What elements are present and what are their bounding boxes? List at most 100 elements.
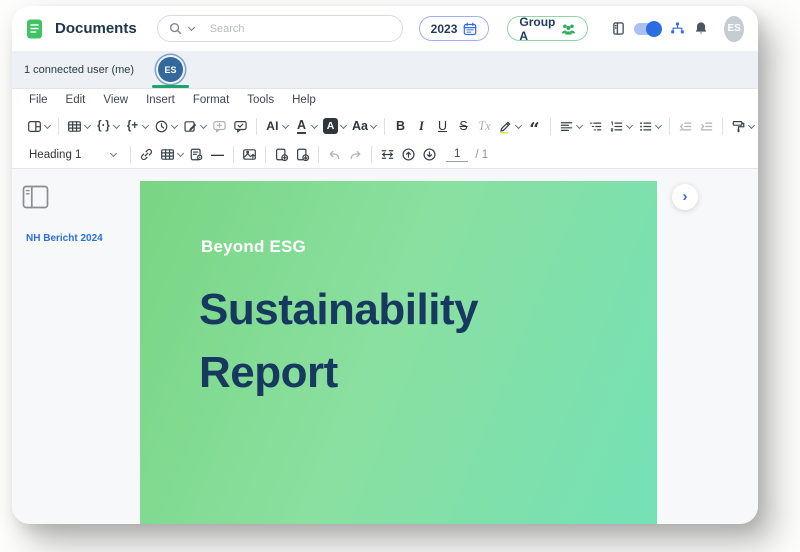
chevron-down-icon [340,121,347,128]
indent-button [696,117,717,136]
page-thumbnail[interactable]: NH Bericht 2024 [22,185,49,209]
menu-view[interactable]: View [103,94,128,106]
highlight-color-icon: A [323,118,338,134]
font-color-button[interactable]: A [291,117,320,136]
bold-button[interactable]: B [390,117,411,135]
search-icon [169,22,182,35]
hyperlink-button[interactable] [136,145,157,164]
page-number-input[interactable]: 1 [446,148,468,162]
menu-help[interactable]: Help [292,94,316,106]
toolbar-secondary: Heading 1 — 1 / 1 [12,141,758,169]
year-filter-button[interactable]: 2023 [419,16,490,41]
bullet-list-icon [638,119,653,134]
strikethrough-icon: S [456,119,471,133]
bullet-list-button[interactable] [635,117,664,136]
undo-button [324,145,345,164]
connections-icon[interactable] [670,22,685,35]
page-add-button[interactable] [271,145,292,164]
paragraph-style-value: Heading 1 [29,149,87,161]
menu-format[interactable]: Format [193,94,229,106]
year-filter-label: 2023 [431,22,458,36]
menu-file[interactable]: File [29,94,48,106]
field-add-button[interactable]: {+ [122,117,151,135]
numbered-list-button[interactable] [606,117,635,136]
page-settings-icon [189,147,204,162]
italic-button[interactable]: I [411,117,432,135]
chevron-down-icon [171,121,178,128]
editor-content-area: NH Bericht 2024 Beyond ESG Sustainabilit… [12,169,758,524]
strikethrough-button[interactable]: S [453,117,474,135]
page-thumbnail-label: NH Bericht 2024 [26,233,103,244]
highlighter-icon [498,119,513,134]
toolbar-divider [233,146,234,163]
notifications-bell-icon[interactable] [694,21,708,36]
scroll-down-icon [422,147,437,162]
page-total-label: / 1 [475,149,488,161]
menu-insert[interactable]: Insert [146,94,175,106]
bold-icon: B [393,119,408,133]
table-insert-button[interactable] [157,145,186,164]
indent-icon [699,119,714,134]
note-edit-button[interactable] [180,117,209,136]
toolbar-divider [256,118,257,135]
fit-width-icon [380,147,395,162]
page-download-icon [295,147,310,162]
paragraph-style-select[interactable]: Heading 1 [24,149,121,161]
horizontal-rule-button[interactable]: — [207,146,228,164]
menu-edit[interactable]: Edit [66,94,86,106]
hyperlink-icon [139,147,154,162]
chevron-down-icon [748,121,755,128]
table-icon [67,119,82,134]
documents-logo-icon [26,19,43,39]
horizontal-rule-icon: — [210,148,225,162]
panel-icon[interactable] [612,21,625,36]
user-avatar[interactable]: ES [724,16,744,42]
image-upload-button[interactable] [239,145,260,164]
change-case-button[interactable]: Aa [349,117,379,135]
presence-avatar[interactable]: ES [158,57,183,82]
page-thumbnail-icon [22,185,49,209]
highlighter-button[interactable] [495,117,524,136]
align-button[interactable] [556,117,585,136]
chevron-down-icon [515,121,522,128]
page-add-icon [274,147,289,162]
multilevel-list-button[interactable] [585,117,606,136]
page-download-button[interactable] [292,145,313,164]
note-edit-icon [183,119,198,134]
page-settings-button[interactable] [186,145,207,164]
toggle-switch[interactable] [634,23,661,35]
toolbar-divider [550,118,551,135]
cover-title-line1: Sustainability [199,278,478,341]
presence-active-underline [152,85,189,88]
search-input[interactable]: Search [157,15,403,42]
page-layout-icon [27,119,42,134]
history-button[interactable] [151,117,180,136]
group-selector-button[interactable]: Group A [507,16,588,41]
scroll-down-button[interactable] [419,145,440,164]
presence-bar: 1 connected user (me) ES [12,51,758,89]
calendar-icon [463,22,477,36]
ai-button[interactable]: AI [262,117,291,135]
page-layout-button[interactable] [24,117,53,136]
toolbar-divider [722,118,723,135]
blockquote-button[interactable]: “ [524,120,545,132]
field-braces-button[interactable]: {·} [93,117,122,135]
menu-tools[interactable]: Tools [247,94,274,106]
presence-avatar-slot[interactable]: ES [154,51,187,88]
scroll-up-button[interactable] [398,145,419,164]
format-painter-button[interactable] [728,117,757,136]
fit-width-button[interactable] [377,145,398,164]
underline-icon: U [435,119,450,133]
toolbar-divider [130,146,131,163]
table-button[interactable] [64,117,93,136]
highlight-color-button[interactable]: A [320,116,349,136]
chevron-down-icon [177,150,184,157]
chevron-down-icon[interactable] [188,24,195,31]
connected-users-label: 1 connected user (me) [24,64,134,76]
document-cover-page[interactable]: Beyond ESG Sustainability Report [140,181,657,524]
undo-icon [327,147,342,162]
next-page-button[interactable]: › [672,184,698,210]
comment-resolve-button[interactable] [230,117,251,136]
history-icon [154,119,169,134]
underline-button[interactable]: U [432,117,453,135]
